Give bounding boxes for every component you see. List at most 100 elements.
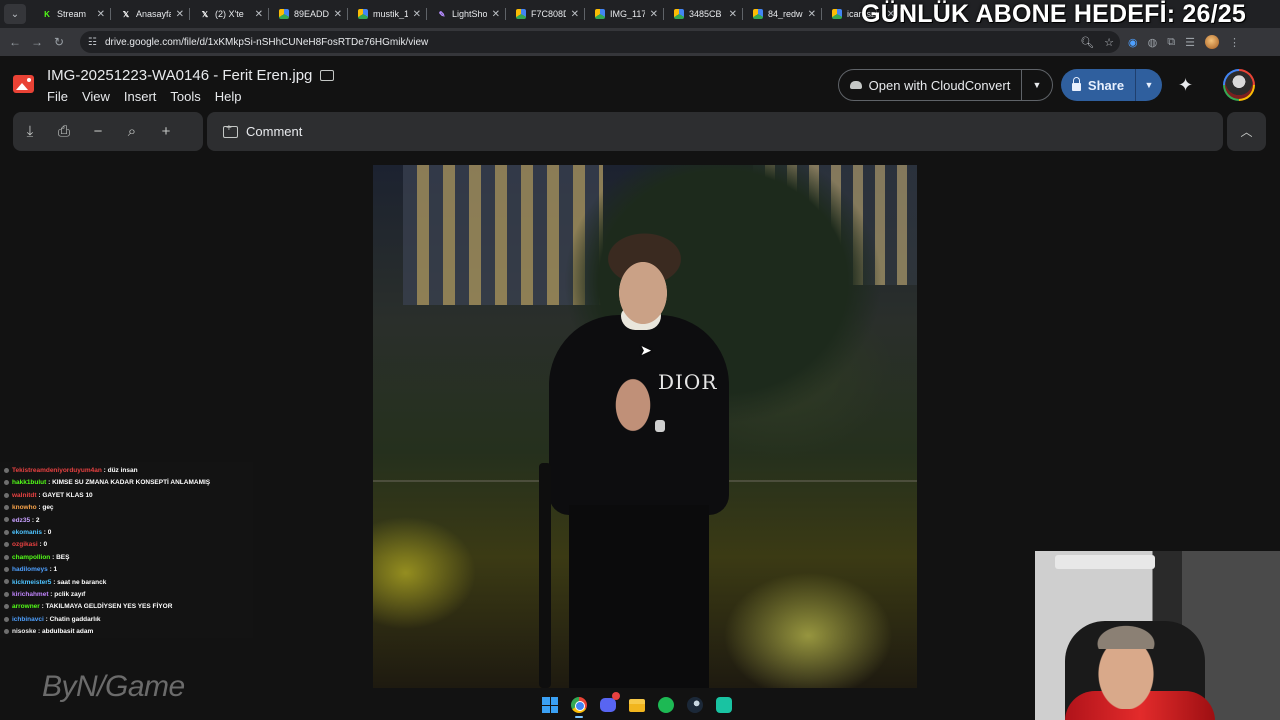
browser-tab[interactable]: ✎ LightSho ✕ xyxy=(427,0,506,28)
chat-text: düz insan xyxy=(107,467,138,474)
bookmark-star-icon[interactable]: ☆ xyxy=(1104,36,1114,49)
image-preview: DIOR xyxy=(373,165,917,688)
chat-text: TAKILMAYA GELDİYSEN YES YES FİYOR xyxy=(45,603,173,611)
menu-view[interactable]: View xyxy=(82,89,110,104)
share-button-group: Share ▼ xyxy=(1061,69,1162,101)
drive-icon xyxy=(832,9,842,19)
chat-username: ekomanis xyxy=(12,529,42,537)
stream-chat-overlay: Tekistreamdeniyorduyum4an : düz insan hak… xyxy=(0,462,253,638)
tab-close-icon[interactable]: ✕ xyxy=(176,9,184,20)
back-icon[interactable]: ← xyxy=(4,31,26,53)
tab-close-icon[interactable]: ✕ xyxy=(729,9,737,20)
open-with-button[interactable]: Open with CloudConvert xyxy=(839,70,1022,100)
zoom-icon[interactable]: ⌕ xyxy=(115,117,149,147)
chat-badge-icon xyxy=(4,629,9,635)
chat-badge-icon xyxy=(4,492,9,498)
chat-text: GAYET KLAS 10 xyxy=(42,491,93,499)
menu-file[interactable]: File xyxy=(47,89,68,104)
chat-message: ichbinavci : Chatin gaddarlık xyxy=(4,614,249,626)
chat-text: 2 xyxy=(35,516,40,524)
move-to-folder-icon[interactable] xyxy=(320,70,335,81)
tab-close-icon[interactable]: ✕ xyxy=(808,9,816,20)
chat-username: ozgikasi xyxy=(12,541,38,549)
chat-badge-icon xyxy=(4,554,9,560)
app-icon[interactable] xyxy=(714,695,734,715)
chat-username: ichbinavci xyxy=(12,615,44,623)
menu-insert[interactable]: Insert xyxy=(124,89,157,104)
chat-username: arrowner xyxy=(12,603,40,611)
tab-close-icon[interactable]: ✕ xyxy=(571,9,579,20)
tab-close-icon[interactable]: ✕ xyxy=(97,9,105,20)
browser-tab[interactable]: 89EADD ✕ xyxy=(269,0,348,28)
pen-icon: ✎ xyxy=(438,9,446,19)
chrome-icon[interactable] xyxy=(569,695,589,718)
tab-close-icon[interactable]: ✕ xyxy=(650,9,658,20)
share-button[interactable]: Share xyxy=(1061,69,1136,101)
browser-tab[interactable]: 84_redw ✕ xyxy=(743,0,822,28)
tab-close-icon[interactable]: ✕ xyxy=(334,9,342,20)
extensions-puzzle-icon[interactable]: ⧉ xyxy=(1167,36,1175,49)
chat-badge-icon xyxy=(4,616,9,622)
kick-icon: K xyxy=(44,9,50,19)
browser-tab[interactable]: K Stream ✕ xyxy=(32,0,111,28)
drive-icon xyxy=(358,9,368,19)
chat-message: kickmeister5 : saat ne baranck xyxy=(4,577,249,589)
chat-message: champollion : BEŞ xyxy=(4,552,249,564)
chat-message: ozgikasi : 0 xyxy=(4,539,249,551)
address-bar[interactable]: ☷ drive.google.com/file/d/1xKMkpSi-nSHhC… xyxy=(80,31,1120,53)
extension-icon[interactable]: ◍ xyxy=(1148,36,1158,49)
chat-username: walnitdt xyxy=(12,491,37,499)
chrome-menu-icon[interactable]: ⋮ xyxy=(1229,36,1240,49)
chat-text: Chatin gaddarlık xyxy=(49,615,101,623)
windows-start-icon[interactable] xyxy=(540,695,560,715)
download-icon[interactable]: ⤓ xyxy=(13,117,47,147)
tab-close-icon[interactable]: ✕ xyxy=(413,9,421,20)
zoom-icon[interactable]: 🔍︎ xyxy=(1080,36,1094,49)
discord-icon[interactable] xyxy=(598,692,620,715)
menu-tools[interactable]: Tools xyxy=(170,89,200,104)
tab-close-icon[interactable]: ✕ xyxy=(255,9,263,20)
tab-label: 89EADD xyxy=(294,9,329,19)
url-text: drive.google.com/file/d/1xKMkpSi-nSHhCUN… xyxy=(104,36,429,48)
print-icon[interactable]: ⎙ xyxy=(47,117,81,147)
reading-list-icon[interactable]: ☰ xyxy=(1185,36,1195,49)
file-explorer-icon[interactable] xyxy=(627,695,647,715)
gemini-sparkle-icon[interactable]: ✦ xyxy=(1178,75,1193,96)
chat-message: knowho : geç xyxy=(4,502,249,514)
x-icon: 𝕏 xyxy=(201,9,209,19)
tab-label: 84_redw xyxy=(768,9,803,19)
steam-icon[interactable] xyxy=(685,695,705,715)
zoom-out-icon[interactable]: − xyxy=(81,117,115,147)
menu-help[interactable]: Help xyxy=(215,89,242,104)
collapse-header-icon[interactable]: ︿ xyxy=(1227,112,1266,151)
photo-person-head xyxy=(605,233,681,333)
tab-search-icon[interactable]: ⌄ xyxy=(4,4,26,24)
browser-tab[interactable]: mustik_1 ✕ xyxy=(348,0,427,28)
spotify-icon[interactable] xyxy=(656,695,676,715)
webcam-overlay xyxy=(1035,551,1280,720)
open-with-dropdown-icon[interactable]: ▼ xyxy=(1022,80,1052,90)
zoom-in-icon[interactable]: + xyxy=(149,117,183,147)
forward-icon[interactable]: → xyxy=(26,31,48,53)
add-comment-icon[interactable] xyxy=(223,123,238,138)
browser-tab[interactable]: IMG_117 ✕ xyxy=(585,0,664,28)
photo-lamp-post xyxy=(539,463,551,688)
browser-tab[interactable]: 3485CB ✕ xyxy=(664,0,743,28)
photo-hands xyxy=(613,375,653,435)
profile-avatar-icon[interactable] xyxy=(1204,35,1219,49)
share-dropdown-icon[interactable]: ▼ xyxy=(1136,80,1162,90)
browser-tab[interactable]: 𝕏 Anasayfa ✕ xyxy=(111,0,190,28)
extension-icon[interactable]: ◉ xyxy=(1128,36,1138,49)
reload-icon[interactable]: ↻ xyxy=(48,31,70,53)
browser-tab[interactable]: 𝕏 (2) X'te ✕ xyxy=(190,0,269,28)
chat-text: geç xyxy=(42,504,54,512)
tab-close-icon[interactable]: ✕ xyxy=(492,9,500,20)
comment-button[interactable]: Comment xyxy=(246,124,302,139)
drive-icon xyxy=(279,9,289,19)
site-info-icon[interactable]: ☷ xyxy=(88,37,97,48)
tab-label: IMG_117 xyxy=(610,9,645,19)
browser-tab[interactable]: F7C808D ✕ xyxy=(506,0,585,28)
open-with-button-group: Open with CloudConvert ▼ xyxy=(838,69,1053,101)
account-avatar[interactable] xyxy=(1223,69,1255,101)
chat-message: hakk1bulut : KIMSE SU ZMANA KADAR KONSEP… xyxy=(4,477,249,489)
